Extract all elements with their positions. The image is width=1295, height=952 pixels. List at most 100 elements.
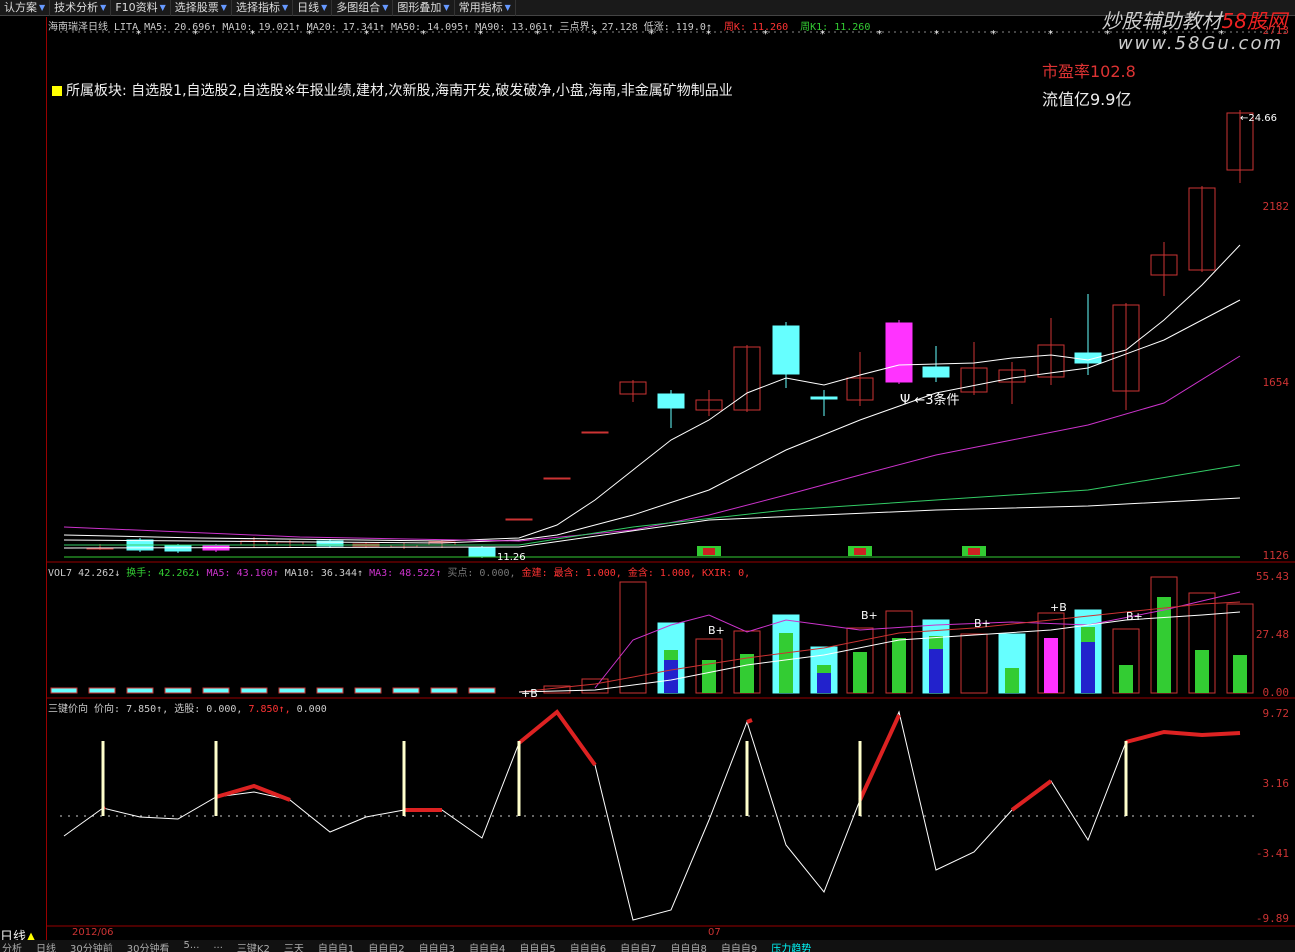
volume-subbar	[1157, 597, 1171, 693]
bottom-tab-7[interactable]: 三天	[284, 940, 304, 952]
bottom-tab-13[interactable]: 自自自6	[570, 940, 606, 952]
bottom-tab-0[interactable]: 分析	[2, 940, 22, 952]
toolbar-item-6[interactable]: 多图组合 ▼	[332, 0, 394, 16]
candle-body	[126, 539, 154, 551]
toolbar-item-1[interactable]: 技术分析 ▼	[50, 0, 112, 16]
bottom-tab-11[interactable]: 自自自4	[469, 940, 505, 952]
buy-mark: +B	[521, 687, 538, 700]
ma5-line	[63, 244, 1241, 542]
y-axis-label: -9.89	[1255, 912, 1289, 925]
volume-bar	[960, 633, 988, 694]
sector-text: 所属板块: 自选股1,自选股2,自选股※年报业绩,建材,次新股,海南开发,破发破…	[66, 83, 733, 99]
volume-subbar	[1233, 655, 1247, 693]
dropdown-arrow-icon: ▼	[281, 2, 289, 12]
candle-body	[240, 540, 268, 546]
candle-body	[1150, 254, 1178, 276]
candle-body	[1074, 352, 1102, 364]
bottom-tab-5[interactable]: ...	[213, 940, 223, 952]
candle-body	[428, 541, 456, 546]
volume-bar-small	[392, 687, 420, 694]
sector-marker-icon	[52, 86, 62, 96]
toolbar-item-3[interactable]: 选择股票 ▼	[171, 0, 232, 16]
bottom-tab-8[interactable]: 自自自1	[318, 940, 354, 952]
price-direction-red-segment	[858, 714, 901, 801]
buy-mark: B+	[708, 624, 725, 637]
volume-subbar	[664, 650, 678, 693]
volume-bar	[1112, 628, 1140, 694]
bottom-tab-16[interactable]: 自自自9	[721, 940, 757, 952]
volume-subbar	[1044, 638, 1058, 693]
toolbar-item-0[interactable]: 认方案 ▼	[0, 0, 51, 16]
volume-subbar	[892, 638, 906, 693]
toolbar-item-label: 图形叠加	[397, 0, 442, 14]
candle-body	[86, 547, 114, 550]
signal-box-inner	[968, 548, 980, 555]
volume-subbar	[853, 652, 867, 693]
candle-body	[772, 325, 800, 375]
toolbar-item-8[interactable]: 常用指标 ▼	[455, 0, 516, 16]
candle-body	[810, 396, 838, 400]
bottom-tab-14[interactable]: 自自自7	[620, 940, 656, 952]
volume-bar-small	[354, 687, 382, 694]
dropdown-arrow-icon: ▼	[220, 2, 227, 12]
price-direction-value: 价向: 7.850↑,	[94, 704, 169, 715]
volume-bar-small	[50, 687, 78, 694]
main-header-text: 海南瑞泽日线 LITA MA5: 20.696↑ MA10: 19.021↑ M…	[48, 22, 712, 33]
candle-body	[505, 518, 533, 521]
bottom-tab-9[interactable]: 自自自2	[368, 940, 404, 952]
price-chart[interactable]: * * * * * * * * * * * * * * * * * * * *11.26←24.66Ψ ←3条件B+B…	[0, 0, 1295, 952]
toolbar-item-4[interactable]: 选择指标 ▼	[232, 0, 294, 16]
watermark-text: 炒股辅助教材	[1101, 9, 1222, 33]
volume-bar-small	[88, 687, 116, 694]
toolbar-item-2[interactable]: F10资料 ▼	[111, 0, 171, 16]
volume-subbar	[1195, 650, 1209, 693]
vol-ma10-value: MA10: 36.344↑	[284, 568, 364, 579]
volume-header: VOL7 42.262↓ 换手: 42.262↓ MA5: 43.160↑ MA…	[48, 564, 750, 579]
candle-body	[164, 544, 192, 552]
bottom-tab-15[interactable]: 自自自8	[670, 940, 706, 952]
bottom-tab-2[interactable]: 30分钟前	[70, 940, 113, 952]
main-chart-header: 海南瑞泽日线 LITA MA5: 20.696↑ MA10: 19.021↑ M…	[48, 18, 870, 33]
vol7-value: VOL7 42.262↓	[48, 568, 121, 579]
volume-bar-small	[316, 687, 344, 694]
volume-bar	[1188, 592, 1216, 694]
candle-body	[998, 369, 1026, 383]
date-label-june: 2012/06	[72, 927, 114, 938]
volume-bar	[998, 633, 1026, 694]
toolbar-item-5[interactable]: 日线 ▼	[293, 0, 333, 16]
toolbar-item-label: 技术分析	[54, 0, 99, 14]
vol-ma3-value: MA3: 48.522↑	[369, 568, 442, 579]
volume-bar	[772, 614, 800, 694]
toolbar-item-7[interactable]: 图形叠加 ▼	[393, 0, 455, 16]
bottom-tab-4[interactable]: 5...	[183, 940, 199, 952]
low-price-tag: 11.26	[497, 552, 526, 563]
y-axis-label: 0.00	[1262, 686, 1290, 699]
week-k-value: 周K: 11.260	[723, 22, 789, 33]
candle-body	[276, 541, 304, 546]
y-axis-label: 3.16	[1262, 777, 1290, 790]
volume-bar	[922, 619, 950, 694]
bottom-tab-3[interactable]: 30分钟看	[127, 940, 170, 952]
bottom-tab-1[interactable]: 日线	[36, 940, 56, 952]
candle-body	[695, 399, 723, 411]
candle-body	[960, 367, 988, 393]
dropdown-arrow-icon: ▼	[321, 2, 328, 12]
volume-bar	[1074, 609, 1102, 694]
bottom-tab-6[interactable]: 三键K2	[237, 940, 270, 952]
buy-point-value: 买点: 0.000,	[447, 568, 516, 579]
candle-body	[1037, 344, 1065, 378]
candle-body	[1226, 112, 1254, 171]
dropdown-arrow-icon: ▼	[504, 2, 511, 12]
bottom-tab-17[interactable]: 压力趋势	[771, 940, 811, 952]
candle-body	[581, 431, 609, 434]
candle-body	[1112, 304, 1140, 392]
volume-bar	[619, 581, 647, 694]
signal-box	[697, 546, 721, 556]
vol-ma3-line	[594, 591, 1241, 689]
candle-body	[733, 346, 761, 411]
dropdown-arrow-icon: ▼	[443, 2, 450, 12]
bottom-tab-10[interactable]: 自自自3	[419, 940, 455, 952]
indicator-header: 三键价向 价向: 7.850↑, 选股: 0.000, 7.850↑, 0.00…	[48, 700, 327, 715]
candle-body	[352, 543, 380, 547]
bottom-tab-12[interactable]: 自自自5	[519, 940, 555, 952]
